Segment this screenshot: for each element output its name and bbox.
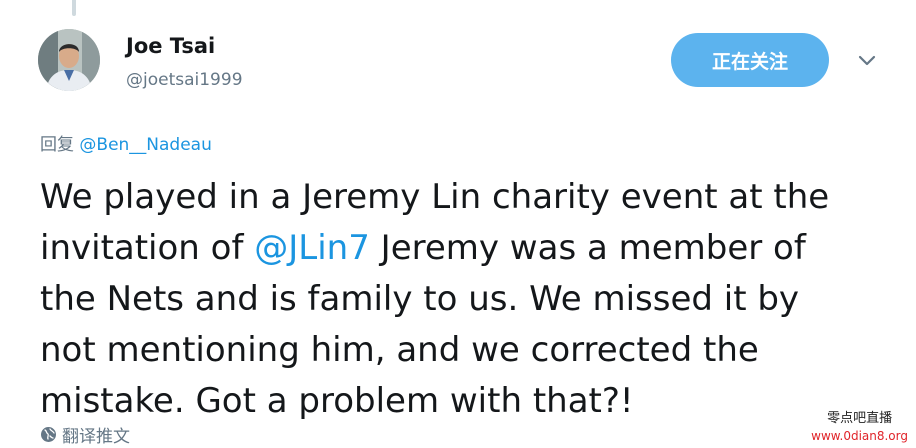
tweet-text-segment: invitation of <box>40 228 255 268</box>
tweet-line: We played in a Jeremy Lin charity event … <box>40 177 830 217</box>
tweet-line: mistake. Got a problem with that?! <box>40 381 634 421</box>
author-display-name[interactable]: Joe Tsai <box>126 34 215 58</box>
tweet-text: We played in a Jeremy Lin charity event … <box>40 172 910 427</box>
reply-mention-link[interactable]: @Ben__Nadeau <box>79 135 211 155</box>
following-button[interactable]: 正在关注 <box>671 33 829 87</box>
translate-label[interactable]: 翻译推文 <box>62 422 130 447</box>
globe-icon <box>41 427 56 442</box>
thread-connector-line <box>72 0 76 16</box>
tweet-text-segment: Jeremy was a member of <box>369 228 806 268</box>
author-handle[interactable]: @joetsai1999 <box>126 70 243 90</box>
tweet-line: not mentioning him, and we corrected the <box>40 330 759 370</box>
tweet-mention-link[interactable]: @JLin7 <box>254 228 370 268</box>
reply-prefix: 回复 <box>40 135 74 155</box>
avatar[interactable] <box>38 29 100 91</box>
caret-down-icon[interactable] <box>857 54 877 68</box>
translate-tweet-link[interactable]: 翻译推文 <box>40 422 130 447</box>
watermark-url: www.0dian8.org <box>811 429 908 443</box>
tweet-line: invitation of @JLin7 Jeremy was a member… <box>40 223 910 274</box>
watermark: 零点吧直播 www.0dian8.org <box>811 410 908 444</box>
reply-context: 回复 @Ben__Nadeau <box>40 130 212 155</box>
avatar-image <box>38 29 100 91</box>
tweet-line: the Nets and is family to us. We missed … <box>40 279 800 319</box>
watermark-name: 零点吧直播 <box>827 411 893 426</box>
